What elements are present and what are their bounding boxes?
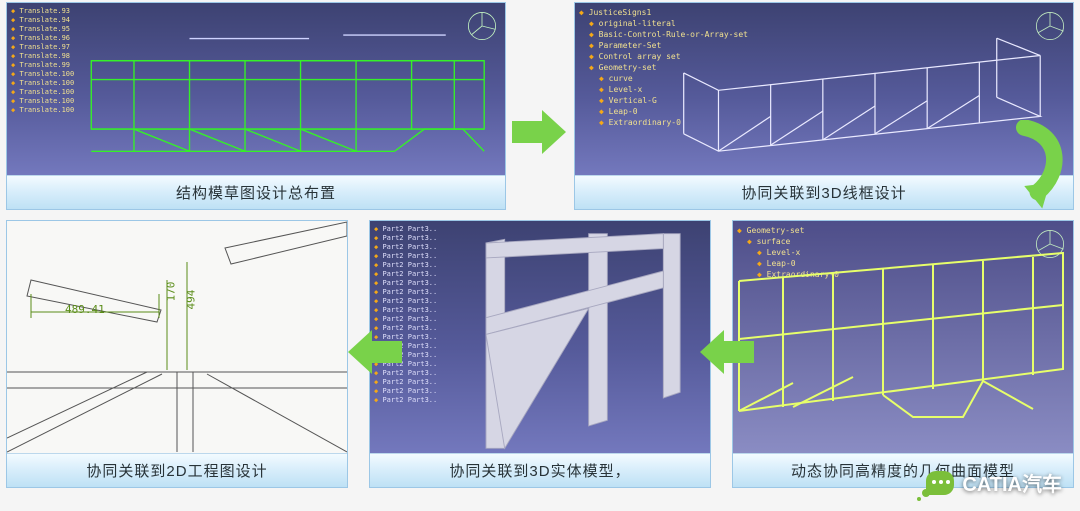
wechat-icon [926,471,954,495]
panel-step-5: 489.41 170 494 协同关联到2D工程图设计 [6,220,348,488]
model-surface-frame [733,241,1073,453]
caption: 协同关联到3D实体模型， [370,453,710,487]
arrow-left-icon [700,330,754,374]
arrow-right-icon [512,110,566,154]
arrow-curve-down-icon [1008,120,1078,210]
caption: 结构模草图设计总布置 [7,175,505,209]
caption: 协同关联到2D工程图设计 [7,453,347,487]
panel-step-3: Geometry-set surface Level-x Leap-0 Extr… [732,220,1074,488]
viewport-3d-solid: Part2 Part3.. Part2 Part3.. Part2 Part3.… [370,221,710,453]
drawing-detail [7,221,347,453]
feature-tree: Part2 Part3.. Part2 Part3.. Part2 Part3.… [374,225,437,405]
watermark: CATIA汽车 [926,468,1062,497]
panel-step-1: Translate.93 Translate.94 Translate.95 T… [6,2,506,210]
feature-tree: Translate.93 Translate.94 Translate.95 T… [11,7,74,115]
panel-step-4: Part2 Part3.. Part2 Part3.. Part2 Part3.… [369,220,711,488]
viewport-surface-model: Geometry-set surface Level-x Leap-0 Extr… [733,221,1073,453]
sketch-bus-frame [87,31,497,175]
dimension-value: 489.41 [65,303,105,316]
arrow-left-icon [348,330,402,374]
dimension-value: 170 [164,282,177,302]
viewport-sketch-layout: Translate.93 Translate.94 Translate.95 T… [7,3,505,175]
caption: 协同关联到3D线框设计 [575,175,1073,209]
watermark-text: CATIA汽车 [962,468,1062,497]
dimension-value: 494 [184,290,197,310]
model-3d-solid [430,221,710,453]
panel-step-2: JusticeSigns1 original-literal Basic-Con… [574,2,1074,210]
flow-row-top: Translate.93 Translate.94 Translate.95 T… [0,0,1080,210]
viewport-3d-wireframe: JusticeSigns1 original-literal Basic-Con… [575,3,1073,175]
flow-row-bottom: 489.41 170 494 协同关联到2D工程图设计 Part2 Part3.… [0,210,1080,488]
viewport-2d-drawing: 489.41 170 494 [7,221,347,453]
